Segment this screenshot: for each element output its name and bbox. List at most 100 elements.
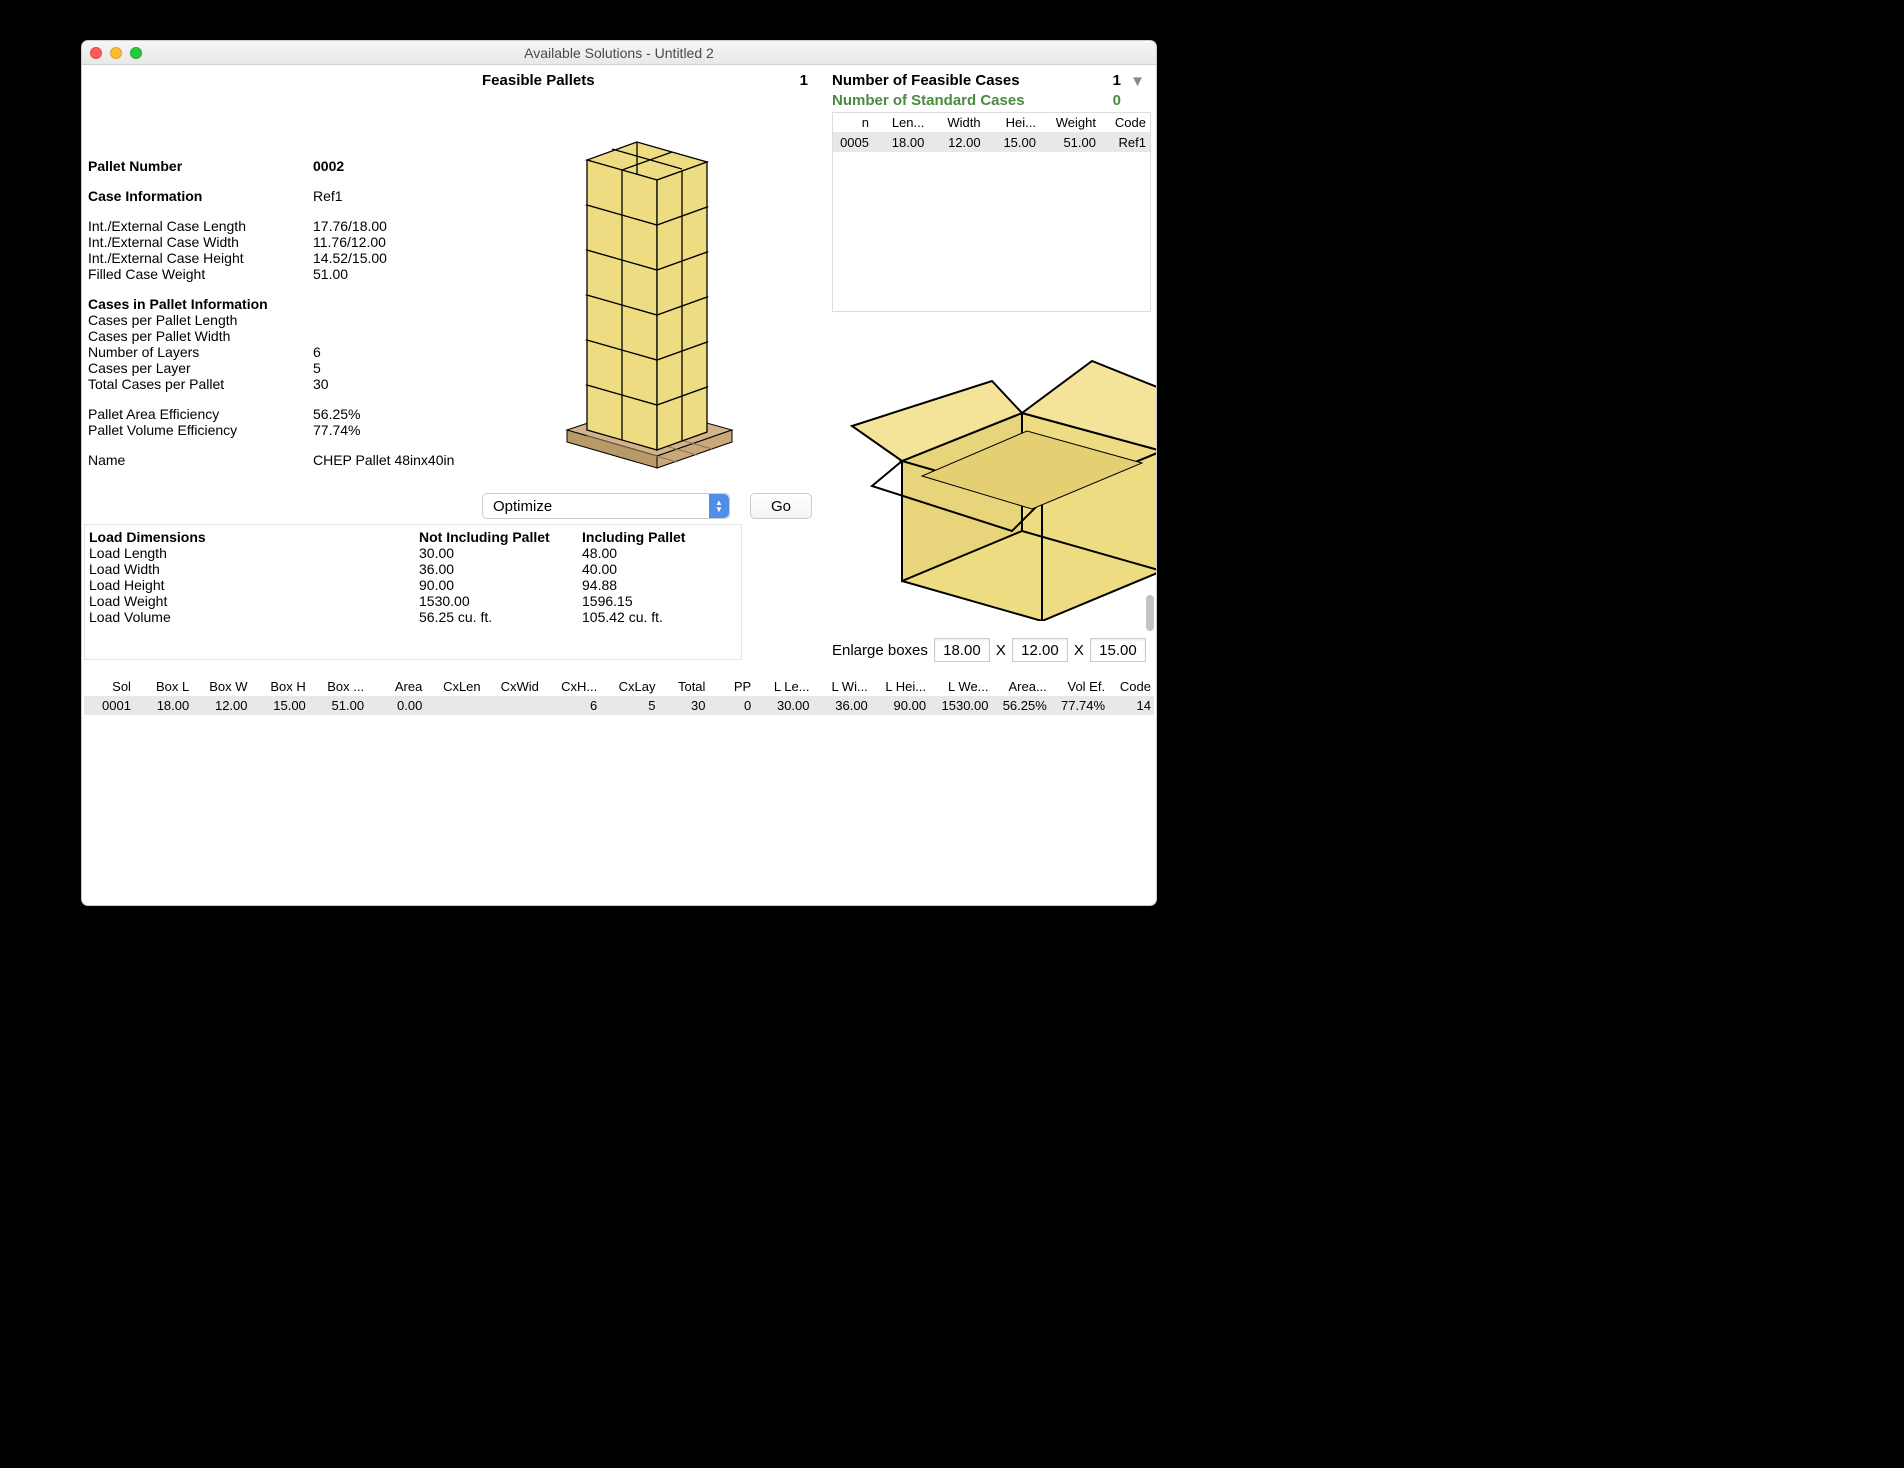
enlarge-label: Enlarge boxes: [832, 642, 928, 659]
col[interactable]: Box ...: [309, 677, 367, 696]
feasible-pallets-count: 1: [800, 72, 808, 89]
optimize-select[interactable]: Optimize ▲▼: [482, 493, 730, 519]
x-separator: X: [996, 642, 1006, 659]
col[interactable]: Box H: [251, 677, 309, 696]
cell: 77.74%: [1050, 696, 1108, 715]
area-eff-label: Pallet Area Efficiency: [88, 406, 313, 422]
case-info: Ref1: [313, 188, 343, 204]
box-illustration: [832, 331, 1157, 621]
table-row[interactable]: 0005 18.00 12.00 15.00 51.00 Ref1: [833, 133, 1150, 153]
col[interactable]: Total: [658, 677, 708, 696]
col-width[interactable]: Width: [928, 113, 984, 133]
case-width-label: Int./External Case Width: [88, 234, 313, 250]
cell: 0005: [833, 133, 873, 153]
col[interactable]: Sol: [84, 677, 134, 696]
cell: 15.00: [985, 133, 1040, 153]
col[interactable]: L Wi...: [813, 677, 871, 696]
load-dim-header: Load Dimensions: [89, 529, 419, 545]
scrollbar-thumb[interactable]: [1146, 595, 1154, 631]
cases-per-layer-label: Cases per Layer: [88, 360, 313, 376]
col[interactable]: CxLay: [600, 677, 658, 696]
load-dimensions-pane: Load Dimensions Not Including Pallet Inc…: [84, 524, 742, 660]
case-width: 11.76/12.00: [313, 234, 386, 250]
disclosure-triangle-icon[interactable]: ▼: [1130, 73, 1145, 90]
load-row-i: 105.42 cu. ft.: [582, 609, 732, 625]
col[interactable]: PP: [708, 677, 754, 696]
col[interactable]: Box W: [192, 677, 250, 696]
cell: Ref1: [1100, 133, 1150, 153]
cell: 0001: [84, 696, 134, 715]
col[interactable]: Code: [1108, 677, 1154, 696]
x-separator: X: [1074, 642, 1084, 659]
case-height-label: Int./External Case Height: [88, 250, 313, 266]
cell: [484, 696, 542, 715]
vol-eff-label: Pallet Volume Efficiency: [88, 422, 313, 438]
feasible-pallets-label: Feasible Pallets: [482, 72, 595, 89]
load-row-ni: 90.00: [419, 577, 582, 593]
case-info-label: Case Information: [88, 188, 313, 204]
standard-cases-count: 0: [1113, 92, 1121, 109]
filled-weight: 51.00: [313, 266, 348, 282]
table-header-row: n Len... Width Hei... Weight Code: [833, 113, 1150, 133]
table-row[interactable]: 0001 18.00 12.00 15.00 51.00 0.00 6 5 30…: [84, 696, 1154, 715]
cell: 30: [658, 696, 708, 715]
cell: 0.00: [367, 696, 425, 715]
load-row-ni: 1530.00: [419, 593, 582, 609]
col[interactable]: Area...: [992, 677, 1050, 696]
col[interactable]: L We...: [929, 677, 991, 696]
col[interactable]: L Le...: [754, 677, 812, 696]
case-height: 14.52/15.00: [313, 250, 387, 266]
col[interactable]: CxLen: [425, 677, 483, 696]
load-row-i: 1596.15: [582, 593, 732, 609]
window-title: Available Solutions - Untitled 2: [82, 45, 1156, 61]
cell: 56.25%: [992, 696, 1050, 715]
col[interactable]: CxH...: [542, 677, 600, 696]
go-button[interactable]: Go: [750, 493, 812, 519]
feasible-cases-label: Number of Feasible Cases: [832, 72, 1020, 89]
cases-in-pallet-label: Cases in Pallet Information: [88, 296, 313, 312]
col[interactable]: Area: [367, 677, 425, 696]
cell: 12.00: [928, 133, 984, 153]
load-row-i: 48.00: [582, 545, 732, 561]
load-row-i: 40.00: [582, 561, 732, 577]
case-length: 17.76/18.00: [313, 218, 387, 234]
titlebar[interactable]: Available Solutions - Untitled 2: [82, 41, 1156, 65]
enlarge-height-input[interactable]: [1090, 638, 1146, 662]
load-row-ni: 30.00: [419, 545, 582, 561]
cases-per-length-label: Cases per Pallet Length: [88, 312, 313, 328]
vol-eff: 77.74%: [313, 422, 360, 438]
area-eff: 56.25%: [313, 406, 360, 422]
col[interactable]: Box L: [134, 677, 192, 696]
col-n[interactable]: n: [833, 113, 873, 133]
cell: 90.00: [871, 696, 929, 715]
col[interactable]: CxWid: [484, 677, 542, 696]
enlarge-length-input[interactable]: [934, 638, 990, 662]
enlarge-width-input[interactable]: [1012, 638, 1068, 662]
solutions-table[interactable]: Sol Box L Box W Box H Box ... Area CxLen…: [84, 677, 1154, 903]
cell: 5: [600, 696, 658, 715]
col-len[interactable]: Len...: [873, 113, 928, 133]
cell: 30.00: [754, 696, 812, 715]
pallet-name: CHEP Pallet 48inx40in: [313, 452, 454, 468]
cell: 18.00: [134, 696, 192, 715]
cell: 36.00: [813, 696, 871, 715]
load-row-label: Load Weight: [89, 593, 419, 609]
table-header-row: Sol Box L Box W Box H Box ... Area CxLen…: [84, 677, 1154, 696]
cell: 14: [1108, 696, 1154, 715]
layers: 6: [313, 344, 321, 360]
load-row-ni: 56.25 cu. ft.: [419, 609, 582, 625]
cases-pane: Number of Feasible Cases 1 Number of Sta…: [832, 72, 1151, 312]
cell: [425, 696, 483, 715]
col[interactable]: Vol Ef.: [1050, 677, 1108, 696]
col-hei[interactable]: Hei...: [985, 113, 1040, 133]
col-weight[interactable]: Weight: [1040, 113, 1100, 133]
cases-per-width-label: Cases per Pallet Width: [88, 328, 313, 344]
cell: 15.00: [251, 696, 309, 715]
filled-weight-label: Filled Case Weight: [88, 266, 313, 282]
pallet-preview-pane: Feasible Pallets 1: [482, 72, 812, 487]
col[interactable]: L Hei...: [871, 677, 929, 696]
col-code[interactable]: Code: [1100, 113, 1150, 133]
cell: 51.00: [1040, 133, 1100, 153]
standard-cases-label: Number of Standard Cases: [832, 92, 1025, 109]
cases-table[interactable]: n Len... Width Hei... Weight Code 0005 1…: [832, 112, 1151, 312]
